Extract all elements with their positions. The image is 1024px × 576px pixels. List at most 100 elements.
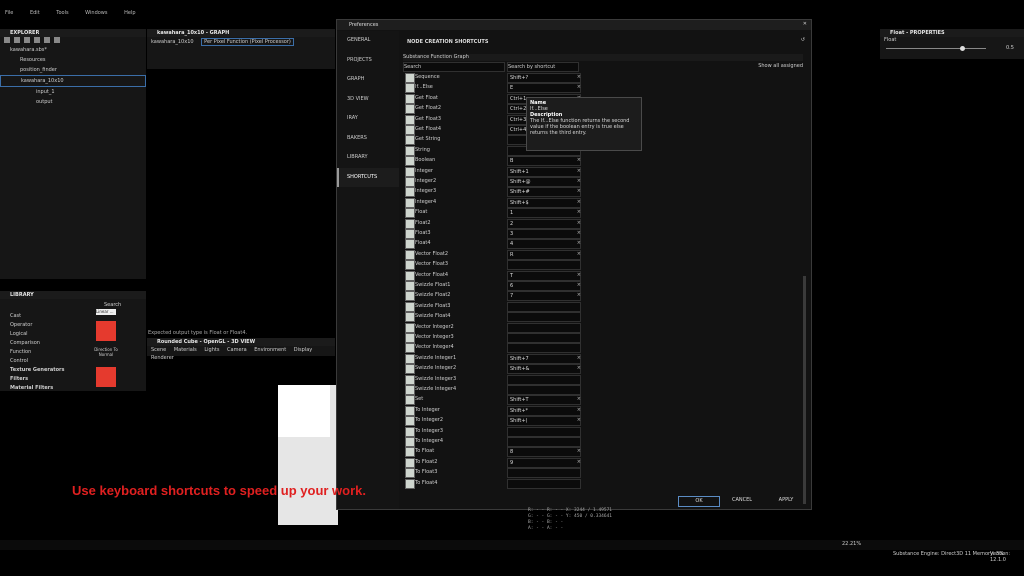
shortcut-row[interactable]: Swizzle Integer4 [403, 384, 583, 395]
clear-shortcut-icon[interactable]: × [577, 363, 581, 373]
library-item-cast[interactable]: Cast [10, 312, 64, 321]
shortcut-row[interactable]: Vector Float3 [403, 259, 583, 271]
reset-icon[interactable]: ↺ [801, 37, 805, 43]
library-item-logical[interactable]: Logical [10, 330, 64, 339]
clear-shortcut-icon[interactable]: × [577, 197, 581, 207]
resources-item[interactable]: Resources [0, 55, 146, 65]
nav-general[interactable]: GENERAL [337, 31, 399, 51]
folder-icon[interactable] [34, 37, 40, 43]
scrollbar[interactable] [803, 276, 806, 504]
clear-shortcut-icon[interactable]: × [577, 228, 581, 238]
input-item[interactable]: input_1 [0, 87, 146, 97]
shortcut-row[interactable]: To Integer3 [403, 426, 583, 437]
clear-shortcut-icon[interactable]: × [577, 82, 581, 92]
library-section-material[interactable]: Material Filters [10, 384, 64, 393]
clear-shortcut-icon[interactable]: × [577, 72, 581, 82]
clear-shortcut-icon[interactable]: × [577, 249, 581, 259]
viewport-menu-display[interactable]: Display [294, 347, 312, 353]
viewport-menu-camera[interactable]: Camera [227, 347, 247, 353]
menu-windows[interactable]: Windows [85, 10, 107, 16]
clear-shortcut-icon[interactable]: × [577, 270, 581, 280]
shortcut-row[interactable]: Vector Float4 T × [403, 270, 583, 281]
clear-shortcut-icon[interactable]: × [577, 394, 581, 404]
viewport-menu-renderer[interactable]: Renderer [151, 355, 174, 361]
redo-icon[interactable] [54, 37, 60, 43]
library-item-function[interactable]: Function [10, 348, 64, 357]
viewport-menu-lights[interactable]: Lights [204, 347, 219, 353]
shortcut-row[interactable]: Vector Integer2 [403, 322, 583, 333]
clear-shortcut-icon[interactable]: × [577, 405, 581, 415]
project-item[interactable]: kawahara.sbs* [0, 45, 146, 55]
menu-edit[interactable]: Edit [30, 10, 40, 16]
ok-button[interactable]: OK [678, 496, 720, 507]
apply-button[interactable]: APPLY [766, 496, 806, 505]
menu-tools[interactable]: Tools [56, 10, 68, 16]
nav-library[interactable]: LIBRARY [337, 148, 399, 168]
shortcut-row[interactable]: Vector Float2 R × [403, 249, 583, 260]
library-item-control[interactable]: Control [10, 357, 64, 366]
substance-logo-icon[interactable] [96, 321, 116, 341]
nav-projects[interactable]: PROJECTS [337, 51, 399, 71]
clear-shortcut-icon[interactable]: × [577, 457, 581, 467]
shortcut-row[interactable]: Vector Integer3 [403, 332, 583, 343]
shortcut-row[interactable]: Integer2 Shift+@ × [403, 176, 583, 187]
position-finder-item[interactable]: position_finder [0, 65, 146, 75]
cancel-button[interactable]: CANCEL [722, 496, 762, 505]
clear-shortcut-icon[interactable]: × [577, 176, 581, 186]
nav-shortcuts[interactable]: SHORTCUTS [337, 167, 399, 187]
clear-shortcut-icon[interactable]: × [577, 280, 581, 290]
graph-tab-main[interactable]: kawahara_10x10 [151, 39, 194, 45]
clear-shortcut-icon[interactable]: × [577, 166, 581, 176]
shortcut-row[interactable]: Swizzle Integer1 Shift+7 × [403, 353, 583, 364]
shortcut-row[interactable]: To Float2 9 × [403, 457, 583, 468]
shortcut-row[interactable]: Swizzle Float4 [403, 311, 583, 323]
shortcut-row[interactable]: Sequence Shift+? × [403, 72, 583, 83]
shortcut-row[interactable]: To Integer Shift+* × [403, 405, 583, 416]
shortcut-row[interactable]: Integer4 Shift+$ × [403, 197, 583, 208]
open-icon[interactable] [14, 37, 20, 43]
shortcut-row[interactable]: To Float 8 × [403, 446, 583, 458]
library-item-comparison[interactable]: Comparison [10, 339, 64, 348]
slider-handle[interactable] [960, 46, 965, 51]
graph-type-select[interactable]: Substance Function Graph [403, 54, 803, 61]
search-input[interactable]: Search [403, 62, 505, 72]
clear-shortcut-icon[interactable]: × [577, 290, 581, 300]
float-slider[interactable]: 0.5 [880, 45, 1024, 53]
nav-3dview[interactable]: 3D VIEW [337, 90, 399, 110]
shortcut-key-field[interactable] [507, 478, 581, 489]
new-icon[interactable] [4, 37, 10, 43]
zoom-level[interactable]: 22.21% [842, 541, 861, 547]
menu-help[interactable]: Help [124, 10, 135, 16]
nav-iray[interactable]: IRAY [337, 109, 399, 129]
clear-shortcut-icon[interactable]: × [577, 415, 581, 425]
shortcut-row[interactable]: If...Else E × [403, 82, 583, 94]
search-by-shortcut-input[interactable]: Search by shortcut [507, 62, 579, 72]
substance-logo-icon-2[interactable] [96, 367, 116, 387]
nav-graph[interactable]: GRAPH [337, 70, 399, 90]
viewport-menu-environment[interactable]: Environment [254, 347, 286, 353]
clear-shortcut-icon[interactable]: × [577, 186, 581, 196]
shortcut-row[interactable]: To Integer2 Shift+(× [403, 415, 583, 427]
shortcut-row[interactable]: Float2 2 × [403, 218, 583, 229]
clear-shortcut-icon[interactable]: × [577, 207, 581, 217]
close-icon[interactable]: ✕ [803, 21, 807, 27]
library-section-texture[interactable]: Texture Generators [10, 366, 64, 375]
shortcut-row[interactable]: Swizzle Integer2 Shift+& × [403, 363, 583, 375]
library-item-operator[interactable]: Operator [10, 321, 64, 330]
undo-icon[interactable] [44, 37, 50, 43]
shortcut-row[interactable]: To Float4 [403, 478, 583, 489]
shortcut-row[interactable]: Swizzle Float2 7 × [403, 290, 583, 302]
library-section-filters[interactable]: Filters [10, 375, 64, 384]
save-icon[interactable] [24, 37, 30, 43]
shortcut-row[interactable]: Swizzle Integer3 [403, 374, 583, 385]
clear-shortcut-icon[interactable]: × [577, 155, 581, 165]
shortcut-row[interactable]: Float3 3 × [403, 228, 583, 239]
shortcut-row[interactable]: Boolean B × [403, 155, 583, 167]
viewport-menu-scene[interactable]: Scene [151, 347, 166, 353]
graph-item[interactable]: kawahara_10x10 [0, 75, 146, 87]
show-all-assigned[interactable]: Show all assigned [758, 63, 803, 69]
graph-tab-pixel[interactable]: Per Pixel Function (Pixel Processor) [201, 38, 294, 46]
shortcut-row[interactable]: Float 1 × [403, 207, 583, 219]
clear-shortcut-icon[interactable]: × [577, 446, 581, 456]
shortcut-row[interactable]: Vector Integer4 [403, 342, 583, 354]
